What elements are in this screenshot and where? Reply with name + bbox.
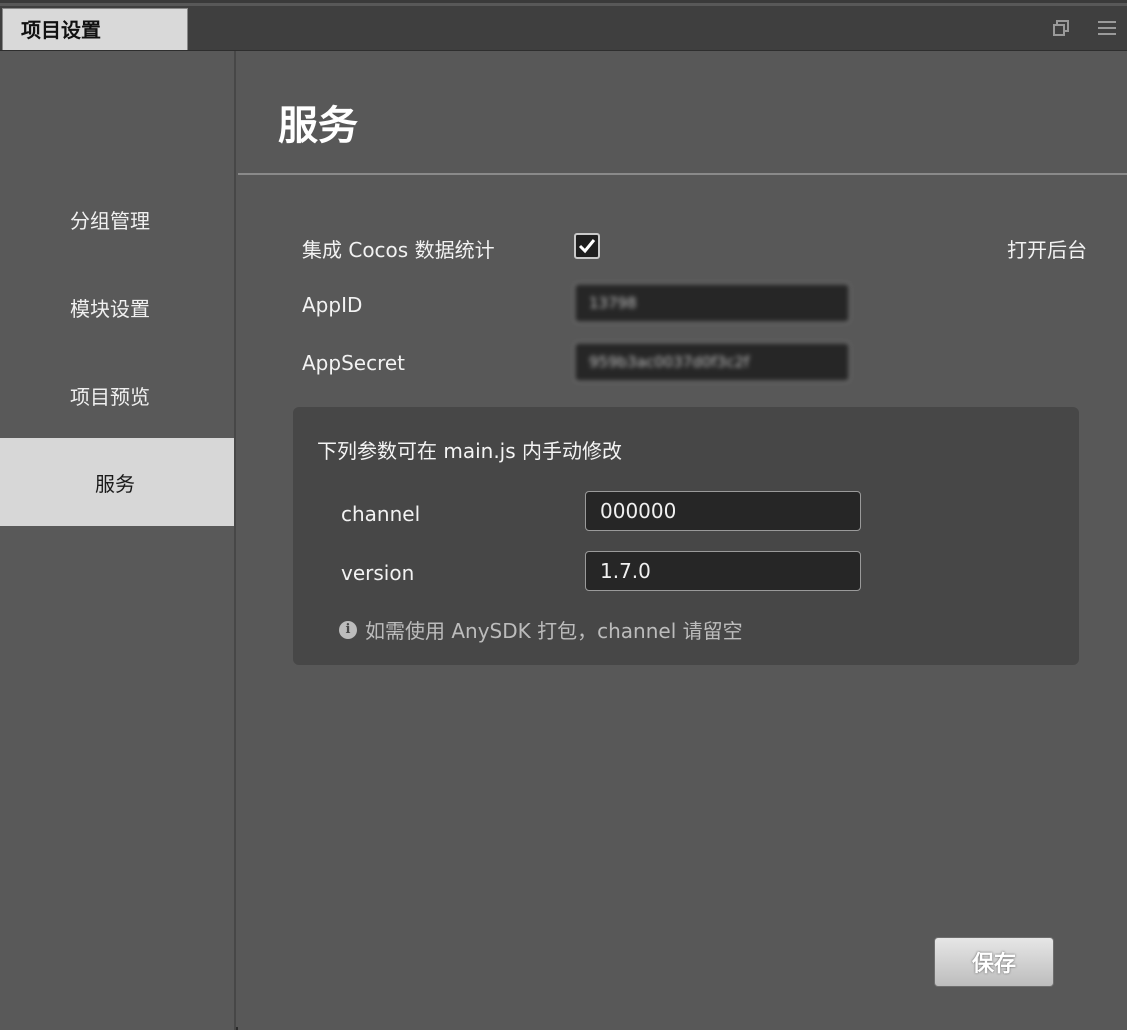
tab-project-settings[interactable]: 项目设置 — [2, 8, 188, 50]
title-divider — [238, 173, 1127, 175]
appid-input[interactable]: 13798 — [574, 283, 850, 323]
sidebar-item-label: 模块设置 — [70, 297, 150, 321]
info-icon: i — [339, 620, 357, 639]
channel-label: channel — [341, 502, 421, 526]
appsecret-label: AppSecret — [302, 351, 405, 375]
integrate-analytics-label: 集成 Cocos 数据统计 — [302, 238, 495, 262]
appid-label: AppID — [302, 293, 363, 317]
tab-actions — [1049, 14, 1119, 42]
integrate-analytics-checkbox[interactable] — [574, 233, 600, 259]
sidebar-item-services[interactable]: 服务 — [0, 438, 234, 526]
menu-icon[interactable] — [1095, 16, 1119, 40]
channel-input[interactable]: 000000 — [585, 491, 861, 531]
open-backend-link[interactable]: 打开后台 — [1007, 234, 1087, 263]
sidebar-item-project-preview[interactable]: 项目预览 — [0, 351, 234, 439]
hint-text: 如需使用 AnySDK 打包，channel 请留空 — [365, 619, 743, 643]
sidebar-item-label: 服务 — [95, 472, 135, 496]
sidebar-item-label: 分组管理 — [70, 209, 150, 233]
settings-sidebar: 分组管理 模块设置 项目预览 服务 — [0, 51, 236, 1030]
sidebar-item-label: 项目预览 — [70, 385, 150, 409]
project-settings-window: 项目设置 分组管理 模块设置 项目预览 服务 服务 集成 Cocos 数据统计 … — [0, 0, 1127, 1030]
restore-window-icon[interactable] — [1049, 16, 1073, 40]
main-js-params-panel: 下列参数可在 main.js 内手动修改 channel 000000 vers… — [293, 407, 1079, 665]
sidebar-item-group-management[interactable]: 分组管理 — [0, 175, 234, 263]
checkmark-icon — [578, 239, 596, 254]
main-content: 服务 集成 Cocos 数据统计 打开后台 AppID 13798 AppSec… — [238, 51, 1127, 1030]
tab-bar: 项目设置 — [0, 6, 1127, 51]
version-label: version — [341, 561, 415, 585]
sidebar-item-module-settings[interactable]: 模块设置 — [0, 263, 234, 351]
panel-title: 下列参数可在 main.js 内手动修改 — [317, 439, 623, 463]
anysdk-hint: i 如需使用 AnySDK 打包，channel 请留空 — [339, 615, 743, 644]
version-input[interactable]: 1.7.0 — [585, 551, 861, 591]
save-button[interactable]: 保存 — [934, 937, 1054, 987]
page-title: 服务 — [278, 103, 358, 149]
appsecret-input[interactable]: 959b3ac0037d0f3c2f — [574, 342, 850, 382]
